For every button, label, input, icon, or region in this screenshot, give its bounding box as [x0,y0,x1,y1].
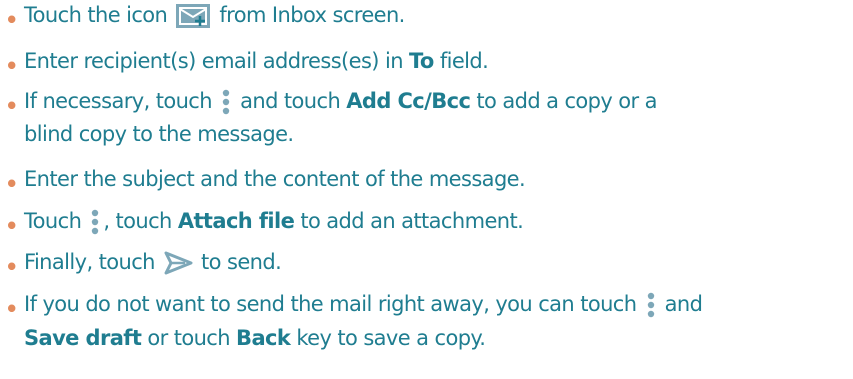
step-text: key to save a copy. [296,326,486,350]
bullet: • [5,94,18,118]
step-text: from Inbox screen. [219,3,405,27]
bullet: • [5,8,18,32]
step-text: and [664,292,703,316]
more-options-icon [647,292,655,318]
step-text: field. [439,49,489,73]
to-field-label: To [408,49,434,73]
step-text: Touch [24,209,82,233]
attach-file-label: Attach file [177,209,295,233]
step-text: blind copy to the message. [24,122,294,146]
bullet: • [5,255,18,279]
bullet: • [5,54,18,78]
step-text: If necessary, touch [24,89,213,113]
step-text: , touch [103,209,172,233]
step-text: Enter the subject and the content of the… [24,167,526,191]
compose-icon [176,4,211,28]
step-text: to add an attachment. [300,209,524,233]
step-text: Touch the icon [24,3,168,27]
bullet: • [5,297,18,321]
add-cc-bcc-label: Add Cc/Bcc [346,89,471,113]
step-text: and touch [240,89,341,113]
step-text: If you do not want to send the mail righ… [24,292,637,316]
step-line-continued: blind copy to the message. [24,119,294,149]
step-line: Enter the subject and the content of the… [24,164,526,194]
step-text: or touch [147,326,230,350]
send-icon [163,251,193,275]
step-text: to send. [201,250,282,274]
more-options-icon [91,209,99,235]
step-text: to add a copy or a [476,89,657,113]
step-line: Enter recipient(s) email address(es) in … [24,46,489,76]
step-line: Touch the icon from Inbox screen. [24,0,405,30]
step-text: Finally, touch [24,250,155,274]
step-line: Finally, touch to send. [24,247,282,277]
step-line: If you do not want to send the mail righ… [24,289,703,319]
step-line: Touch , touch Attach file to add an atta… [24,206,524,236]
save-draft-label: Save draft [24,326,142,350]
bullet: • [5,214,18,238]
bullet: • [5,172,18,196]
step-text: Enter recipient(s) email address(es) in [24,49,404,73]
step-line: If necessary, touch and touch Add Cc/Bcc… [24,86,658,116]
back-key-label: Back [236,326,291,350]
more-options-icon [222,89,230,115]
step-line-continued: Save draft or touch Back key to save a c… [24,323,486,353]
